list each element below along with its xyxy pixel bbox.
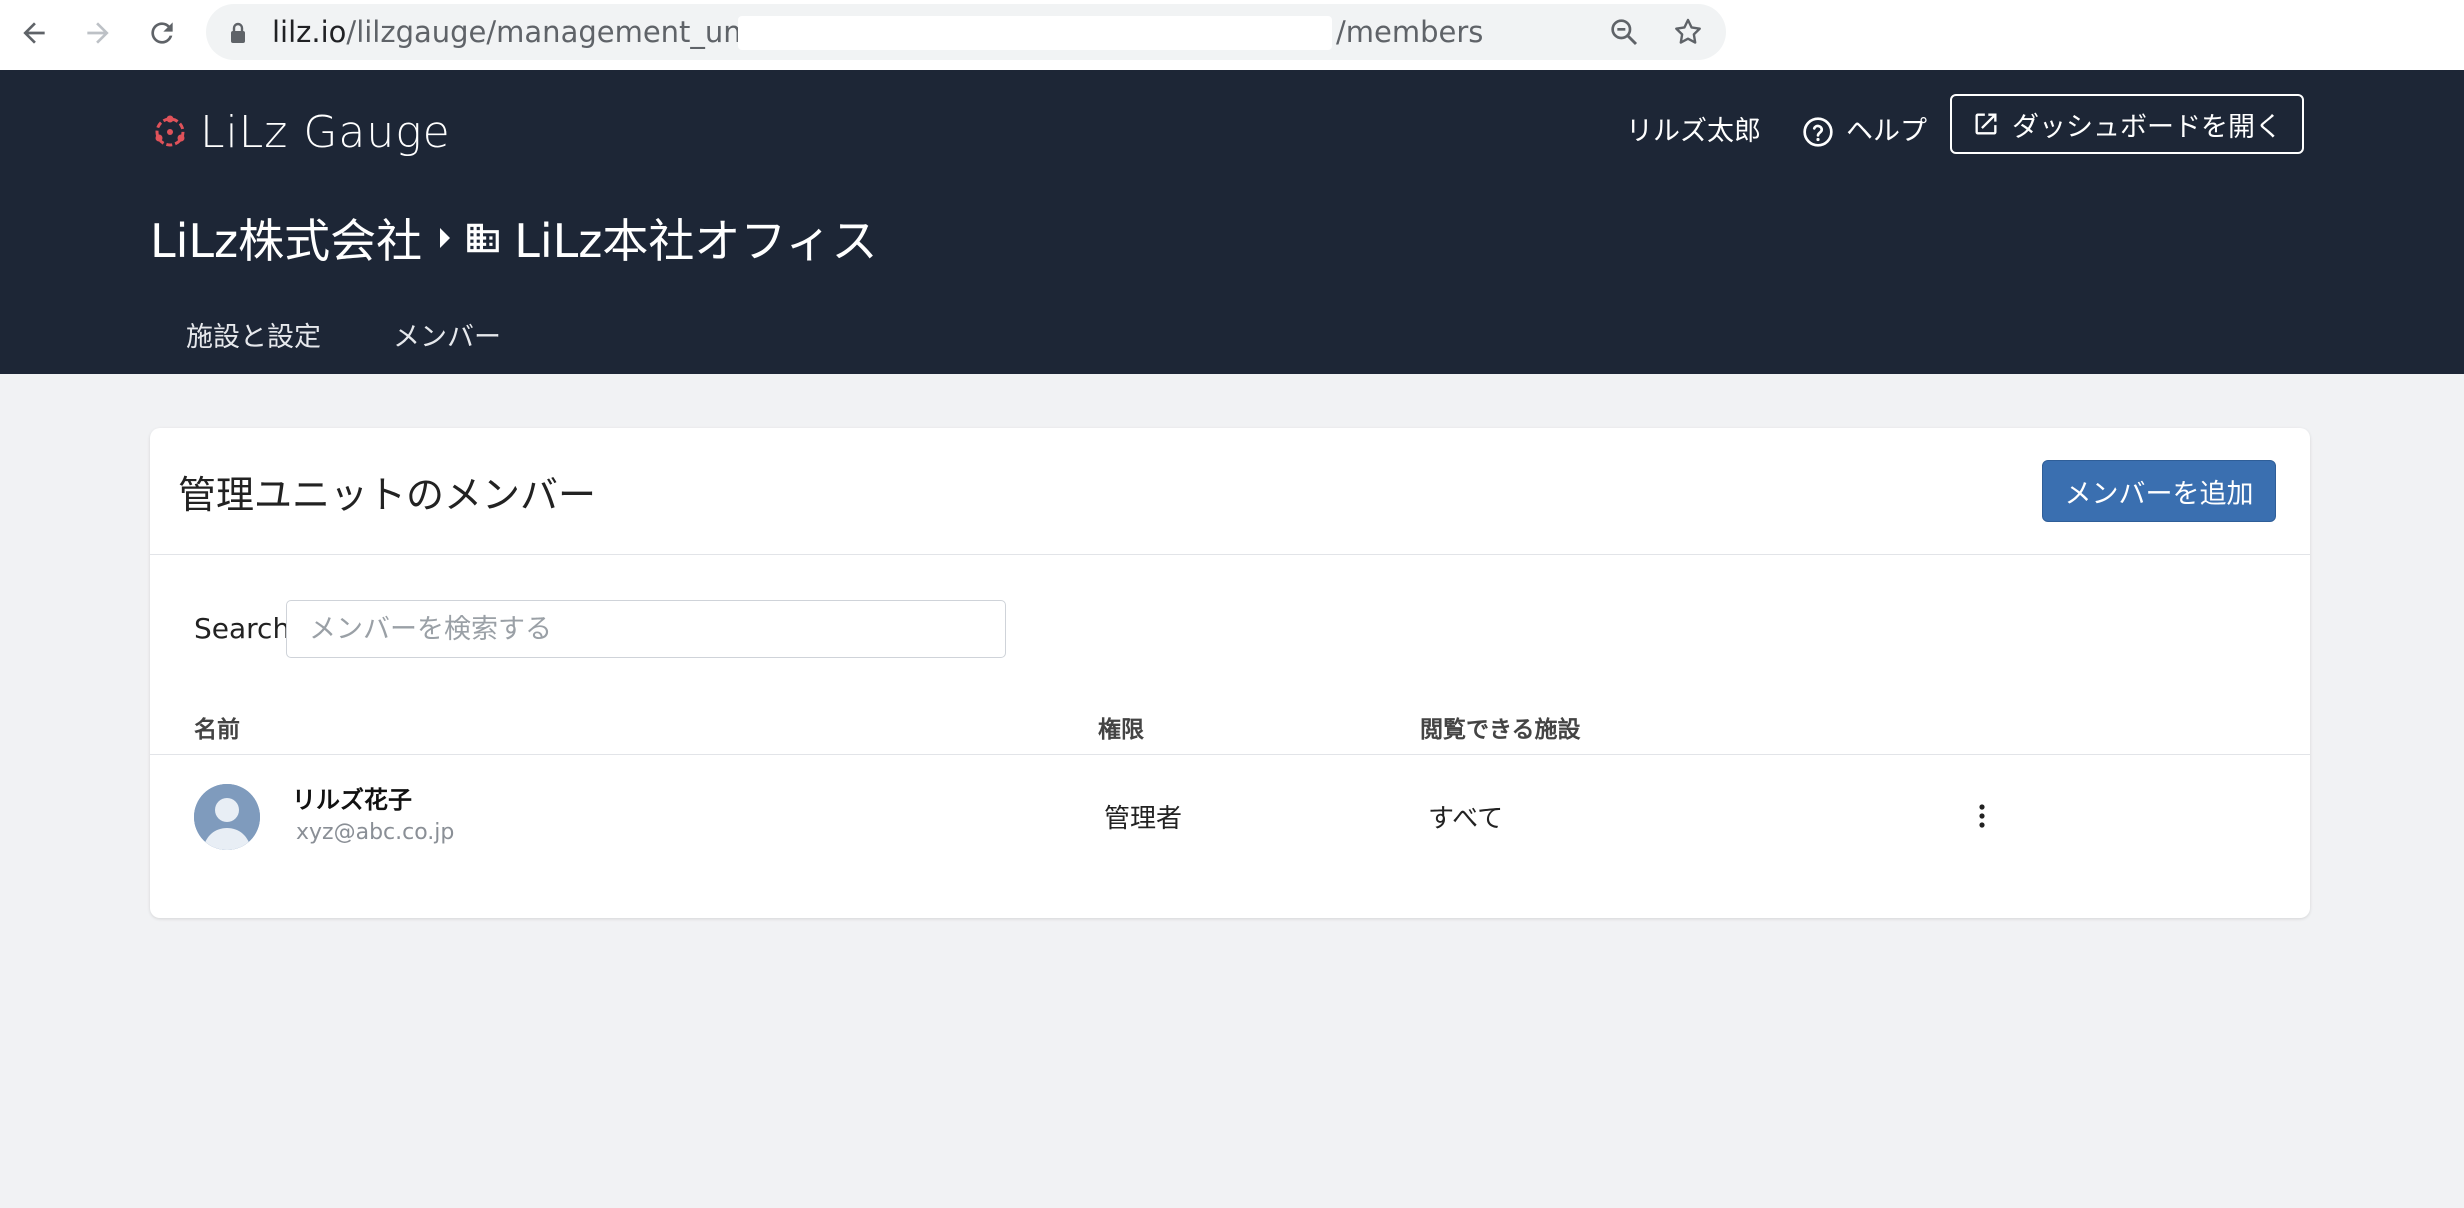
- breadcrumb-unit: LiLz本社オフィス: [514, 214, 878, 268]
- breadcrumb: LiLz株式会社 LiLz本社オフィス: [150, 206, 877, 270]
- zoom-icon[interactable]: [1608, 16, 1640, 48]
- member-name: リルズ花子: [292, 786, 412, 814]
- breadcrumb-organization[interactable]: LiLz株式会社: [150, 205, 422, 271]
- lock-icon: [231, 22, 245, 43]
- redacted-url-segment: [738, 16, 1332, 50]
- app-logo[interactable]: LiLz Gauge: [150, 100, 451, 164]
- url-text: lilz.io/lilzgauge/management_units/: [272, 15, 786, 49]
- card-title: 管理ユニットのメンバー: [178, 473, 597, 517]
- building-icon: [467, 223, 500, 253]
- help-link[interactable]: ヘルプ: [1802, 106, 1927, 158]
- logo-text: LiLz Gauge: [200, 106, 451, 158]
- tab-bar: 施設と設定 メンバー: [150, 312, 537, 374]
- add-member-button[interactable]: メンバーを追加: [2042, 460, 2276, 522]
- url-tail: /members: [1336, 15, 1484, 49]
- breadcrumb-caret-icon: [440, 228, 451, 248]
- app-header: LiLz Gauge リルズ太郎 ヘルプ ダッシュボードを開く LiLz株式会社…: [0, 70, 2464, 374]
- member-search-input[interactable]: [286, 600, 1006, 658]
- card-divider: [150, 554, 2310, 555]
- more-vert-icon[interactable]: [1970, 796, 1994, 836]
- search-label: Search: [194, 612, 291, 645]
- column-header-facilities[interactable]: 閲覧できる施設: [1420, 710, 1581, 744]
- external-link-icon: [1975, 113, 1997, 135]
- user-menu[interactable]: リルズ太郎: [1626, 106, 1761, 158]
- member-email: xyz@abc.co.jp: [296, 820, 455, 845]
- column-header-role[interactable]: 権限: [1098, 710, 1144, 744]
- address-bar[interactable]: lilz.io/lilzgauge/management_units/ /mem…: [206, 4, 1726, 60]
- reload-icon[interactable]: [142, 13, 182, 53]
- table-divider: [150, 754, 2310, 755]
- help-label: ヘルプ: [1846, 116, 1927, 147]
- tab-members[interactable]: メンバー: [357, 312, 537, 374]
- browser-toolbar: lilz.io/lilzgauge/management_units/ /mem…: [0, 0, 2464, 70]
- open-dashboard-label: ダッシュボードを開く: [2012, 111, 2282, 143]
- back-icon[interactable]: [14, 13, 54, 53]
- lilz-logo-icon: [155, 115, 185, 147]
- member-facilities: すべて: [1428, 804, 1504, 834]
- member-role: 管理者: [1104, 804, 1183, 834]
- user-avatar-icon: [194, 784, 260, 850]
- open-dashboard-button[interactable]: ダッシュボードを開く: [1950, 94, 2304, 154]
- help-icon: [1803, 117, 1833, 147]
- star-icon[interactable]: [1672, 16, 1704, 48]
- members-card: 管理ユニットのメンバー メンバーを追加 Search 名前 権限 閲覧できる施設…: [150, 428, 2310, 918]
- avatar: [194, 784, 260, 850]
- forward-icon[interactable]: [78, 13, 118, 53]
- column-header-name[interactable]: 名前: [194, 710, 240, 744]
- tab-facilities-settings[interactable]: 施設と設定: [150, 312, 357, 374]
